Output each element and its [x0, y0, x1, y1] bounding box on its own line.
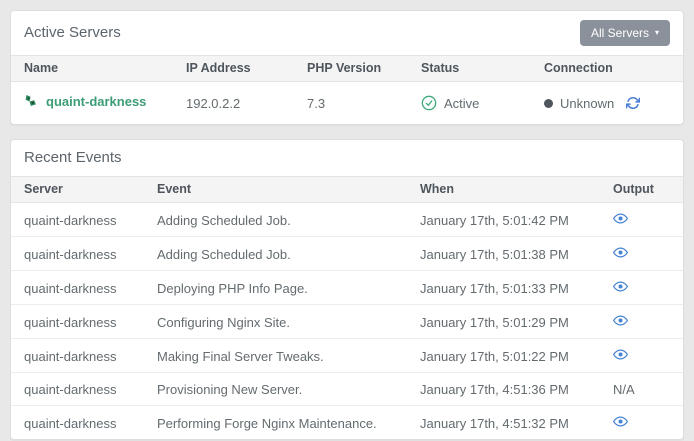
- dashboard-page: Active Servers All Servers ▾ Name IP Add…: [0, 0, 694, 441]
- eye-icon: [613, 212, 628, 225]
- recent-events-panel: Recent Events Server Event When Output q…: [10, 139, 684, 440]
- event-description-cell: Configuring Nginx Site.: [144, 305, 407, 339]
- event-when-cell: January 17th, 4:51:32 PM: [407, 406, 600, 440]
- event-output-cell: N/A: [600, 373, 683, 406]
- connection-unknown-dot-icon: [544, 99, 553, 108]
- server-connection-label: Unknown: [560, 96, 614, 111]
- view-output-button[interactable]: [613, 348, 628, 361]
- event-output-cell: [600, 406, 683, 440]
- active-servers-table: Name IP Address PHP Version Status Conne…: [11, 55, 683, 124]
- eye-icon: [613, 314, 628, 327]
- server-provider-icon: [24, 94, 37, 109]
- view-output-button[interactable]: [613, 314, 628, 327]
- col-header-ip-address: IP Address: [173, 56, 294, 82]
- col-header-name: Name: [11, 56, 173, 82]
- event-server-cell: quaint-darkness: [11, 237, 144, 271]
- event-output-cell: [600, 305, 683, 339]
- event-output-cell: [600, 203, 683, 237]
- col-header-php-version: PHP Version: [294, 56, 408, 82]
- event-output-na: N/A: [613, 382, 635, 397]
- all-servers-filter-label: All Servers: [591, 26, 649, 40]
- eye-icon: [613, 348, 628, 361]
- recent-events-header-row: Server Event When Output: [11, 177, 683, 203]
- event-description-cell: Making Final Server Tweaks.: [144, 339, 407, 373]
- eye-icon: [613, 280, 628, 293]
- event-server-cell: quaint-darkness: [11, 339, 144, 373]
- eye-icon: [613, 415, 628, 428]
- server-name-link[interactable]: quaint-darkness: [24, 94, 146, 109]
- col-header-connection: Connection: [531, 56, 683, 82]
- event-row: quaint-darkness Adding Scheduled Job. Ja…: [11, 237, 683, 271]
- event-row: quaint-darkness Adding Scheduled Job. Ja…: [11, 203, 683, 237]
- active-servers-header-row: Name IP Address PHP Version Status Conne…: [11, 56, 683, 82]
- recent-events-title: Recent Events: [24, 148, 122, 168]
- col-header-server: Server: [11, 177, 144, 203]
- event-server-cell: quaint-darkness: [11, 271, 144, 305]
- col-header-status: Status: [408, 56, 531, 82]
- active-servers-header: Active Servers All Servers ▾: [11, 11, 683, 55]
- event-output-cell: [600, 339, 683, 373]
- server-status-cell: Active: [408, 82, 531, 125]
- event-server-cell: quaint-darkness: [11, 203, 144, 237]
- event-description-cell: Adding Scheduled Job.: [144, 237, 407, 271]
- view-output-button[interactable]: [613, 212, 628, 225]
- event-when-cell: January 17th, 5:01:22 PM: [407, 339, 600, 373]
- col-header-when: When: [407, 177, 600, 203]
- event-server-cell: quaint-darkness: [11, 305, 144, 339]
- col-header-output: Output: [600, 177, 683, 203]
- event-row: quaint-darkness Deploying PHP Info Page.…: [11, 271, 683, 305]
- server-name-label: quaint-darkness: [46, 94, 146, 109]
- event-when-cell: January 17th, 4:51:36 PM: [407, 373, 600, 406]
- event-output-cell: [600, 271, 683, 305]
- event-when-cell: January 17th, 5:01:33 PM: [407, 271, 600, 305]
- event-description-cell: Adding Scheduled Job.: [144, 203, 407, 237]
- active-servers-panel: Active Servers All Servers ▾ Name IP Add…: [10, 10, 684, 125]
- recent-events-tbody: quaint-darkness Adding Scheduled Job. Ja…: [11, 203, 683, 440]
- server-php-cell: 7.3: [294, 82, 408, 125]
- recent-events-table: Server Event When Output quaint-darkness…: [11, 176, 683, 439]
- view-output-button[interactable]: [613, 246, 628, 259]
- server-status-label: Active: [444, 96, 479, 111]
- event-description-cell: Performing Forge Nginx Maintenance.: [144, 406, 407, 440]
- server-ip-cell: 192.0.2.2: [173, 82, 294, 125]
- event-when-cell: January 17th, 5:01:29 PM: [407, 305, 600, 339]
- event-output-cell: [600, 237, 683, 271]
- view-output-button[interactable]: [613, 415, 628, 428]
- col-header-event: Event: [144, 177, 407, 203]
- event-description-cell: Deploying PHP Info Page.: [144, 271, 407, 305]
- recent-events-header: Recent Events: [11, 140, 683, 176]
- active-servers-tbody: quaint-darkness 192.0.2.2 7.3 Active Unk…: [11, 82, 683, 125]
- event-row: quaint-darkness Making Final Server Twea…: [11, 339, 683, 373]
- caret-down-icon: ▾: [655, 29, 659, 37]
- server-name-cell: quaint-darkness: [11, 82, 173, 125]
- event-description-cell: Provisioning New Server.: [144, 373, 407, 406]
- event-server-cell: quaint-darkness: [11, 406, 144, 440]
- refresh-icon: [626, 96, 640, 110]
- check-circle-icon: [421, 95, 437, 111]
- event-server-cell: quaint-darkness: [11, 373, 144, 406]
- server-connection-cell: Unknown: [531, 82, 683, 125]
- eye-icon: [613, 246, 628, 259]
- refresh-connection-button[interactable]: [626, 96, 640, 110]
- event-when-cell: January 17th, 5:01:42 PM: [407, 203, 600, 237]
- all-servers-filter-button[interactable]: All Servers ▾: [580, 20, 670, 46]
- active-server-row: quaint-darkness 192.0.2.2 7.3 Active Unk…: [11, 82, 683, 125]
- active-servers-title: Active Servers: [24, 23, 121, 43]
- view-output-button[interactable]: [613, 280, 628, 293]
- event-row: quaint-darkness Configuring Nginx Site. …: [11, 305, 683, 339]
- event-when-cell: January 17th, 5:01:38 PM: [407, 237, 600, 271]
- event-row: quaint-darkness Performing Forge Nginx M…: [11, 406, 683, 440]
- event-row: quaint-darkness Provisioning New Server.…: [11, 373, 683, 406]
